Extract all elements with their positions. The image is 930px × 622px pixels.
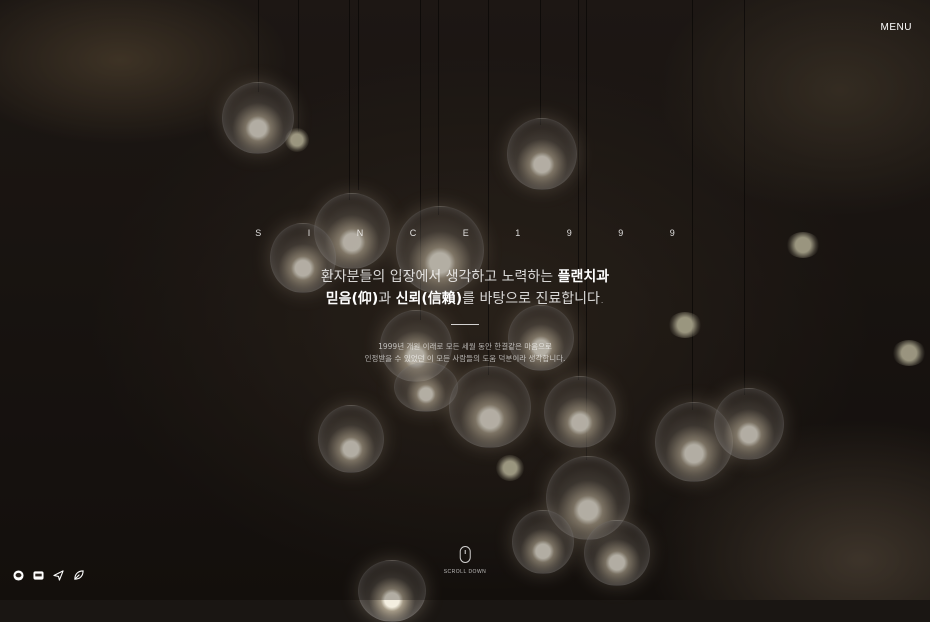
leaf-icon[interactable] (73, 570, 84, 581)
menu-button[interactable]: MENU (881, 22, 912, 33)
headline-belief: 믿음(仰) (325, 291, 379, 307)
social-links (13, 570, 84, 581)
headline-brand: 플랜치과 (557, 269, 610, 285)
hero-description: 1999년 개원 이래로 모든 세월 동안 한결같은 마음으로 인정받을 수 있… (0, 341, 930, 365)
naver-blog-icon[interactable] (33, 570, 44, 581)
since-label: S I N C E 1 9 9 9 (255, 228, 697, 238)
hero-headline: 환자분들의 입장에서 생각하고 노력하는 플랜치과 믿음(仰)과 신뢰(信賴)를… (0, 266, 930, 310)
headline-text: 환자분들의 입장에서 생각하고 노력하는 (320, 269, 558, 285)
description-line: 1999년 개원 이래로 모든 세월 동안 한결같은 마음으로 (378, 342, 552, 351)
mouse-icon (459, 546, 471, 563)
kakao-talk-icon[interactable] (13, 570, 24, 581)
divider (451, 324, 479, 325)
hero-content: S I N C E 1 9 9 9 환자분들의 입장에서 생각하고 노력하는 플… (0, 228, 930, 365)
headline-text: 과 (378, 291, 396, 307)
scroll-down-label: SCROLL DOWN (443, 569, 487, 575)
headline-trust: 신뢰(信賴) (395, 291, 463, 307)
headline-text: 를 바탕으로 진료합니다. (462, 291, 605, 307)
scroll-down-button[interactable]: SCROLL DOWN (444, 546, 487, 575)
description-line: 인정받을 수 있었던 이 모든 사람들의 도움 덕분이라 생각합니다. (364, 354, 566, 363)
send-icon[interactable] (53, 570, 64, 581)
